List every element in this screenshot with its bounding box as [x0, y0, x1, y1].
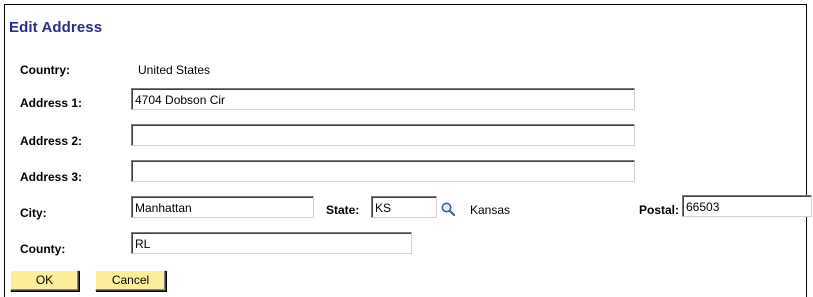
- address1-input[interactable]: [131, 88, 635, 110]
- country-value: United States: [138, 63, 211, 77]
- ok-button[interactable]: OK: [10, 270, 79, 291]
- postal-label: Postal:: [639, 203, 680, 217]
- postal-input[interactable]: [682, 195, 812, 217]
- cancel-button[interactable]: Cancel: [95, 270, 166, 291]
- address3-input[interactable]: [131, 160, 635, 182]
- state-description: Kansas: [470, 203, 511, 217]
- page-title: Edit Address: [9, 19, 103, 36]
- country-label: Country:: [20, 63, 70, 77]
- county-input[interactable]: [131, 232, 412, 254]
- address2-input[interactable]: [131, 124, 635, 146]
- address1-label: Address 1:: [20, 96, 83, 110]
- address3-label: Address 3:: [20, 170, 83, 184]
- city-label: City:: [20, 206, 47, 220]
- magnifier-icon[interactable]: [440, 201, 456, 217]
- county-label: County:: [20, 242, 66, 256]
- address2-label: Address 2:: [20, 134, 83, 148]
- state-label: State:: [326, 203, 360, 217]
- city-input[interactable]: [131, 196, 314, 218]
- state-input[interactable]: [371, 196, 437, 218]
